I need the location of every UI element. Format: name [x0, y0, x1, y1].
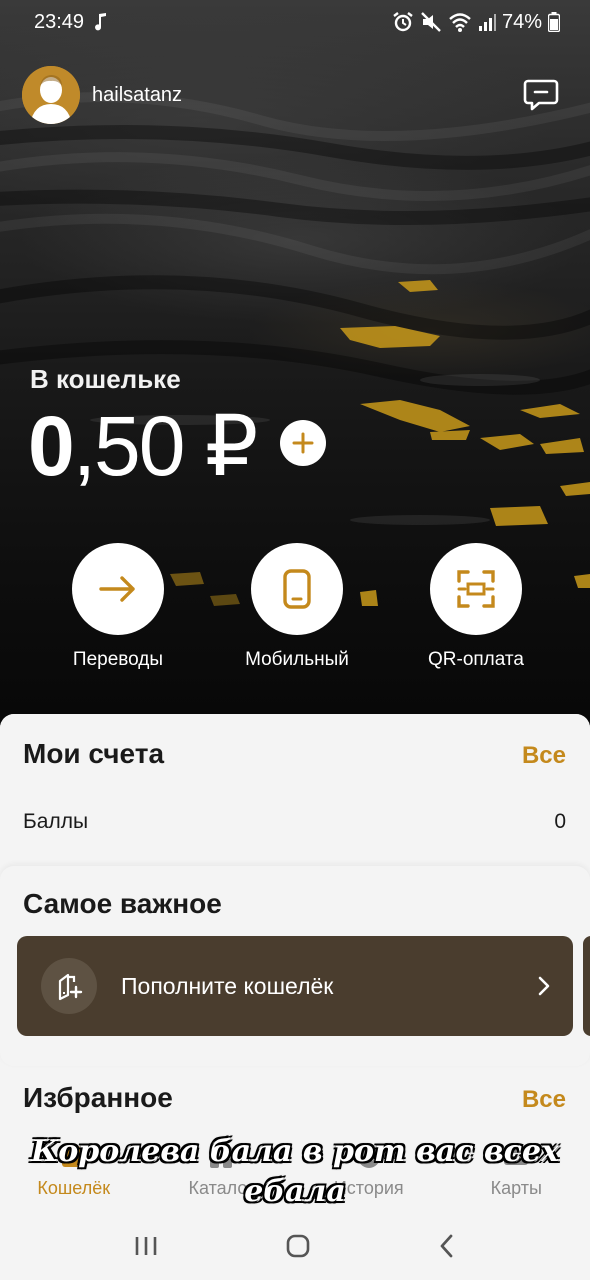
user-silhouette-icon	[22, 66, 80, 124]
system-navigation-bar	[0, 1212, 590, 1280]
quick-actions: Переводы Мобильный QR-оплата	[0, 543, 590, 671]
header: hailsatanz	[22, 66, 560, 124]
avatar[interactable]	[22, 66, 80, 124]
mobile-button[interactable]	[251, 543, 343, 635]
points-label: Баллы	[23, 810, 89, 833]
transfers-label: Переводы	[72, 649, 164, 670]
mobile-label: Мобильный	[245, 649, 349, 670]
battery-icon	[548, 12, 560, 32]
recent-apps-icon[interactable]	[133, 1234, 159, 1258]
wallet-topup-icon-wrap	[41, 958, 97, 1014]
balance-rest: ,50 ₽	[72, 399, 259, 493]
favorites-title: Избранное	[23, 1082, 173, 1113]
signal-icon	[478, 14, 496, 31]
battery-percent: 74%	[501, 10, 542, 33]
accounts-title: Мои счета	[23, 738, 165, 769]
plus-icon	[292, 432, 314, 454]
chevron-right-icon	[538, 976, 550, 996]
user-profile[interactable]: hailsatanz	[22, 66, 182, 124]
mute-icon	[421, 12, 441, 32]
top-up-wallet-card[interactable]: Пополните кошелёк	[17, 936, 573, 1036]
qr-scan-icon	[457, 570, 495, 608]
wallet-balance: 0,50 ₽	[28, 404, 258, 488]
wallet-label: В кошельке	[30, 364, 181, 394]
top-up-button[interactable]	[280, 420, 327, 466]
action-qr[interactable]: QR-оплата	[406, 543, 546, 671]
top-up-text: Пополните кошелёк	[121, 972, 334, 999]
account-row-points[interactable]: Баллы 0	[23, 810, 566, 834]
points-value: 0	[554, 810, 566, 833]
chat-icon	[523, 79, 559, 111]
qr-pay-button[interactable]	[430, 543, 522, 635]
status-bar: 23:49 74%	[0, 0, 590, 44]
back-icon[interactable]	[437, 1233, 457, 1259]
status-time: 23:49	[34, 10, 85, 33]
alarm-icon	[393, 12, 413, 32]
home-icon[interactable]	[285, 1233, 311, 1259]
action-transfers[interactable]: Переводы	[48, 543, 188, 671]
balance-row: 0,50 ₽	[28, 404, 327, 488]
favorites-all-link[interactable]: Все	[522, 1086, 566, 1114]
arrow-right-icon	[99, 576, 135, 602]
username: hailsatanz	[92, 83, 183, 106]
transfers-button[interactable]	[72, 543, 164, 635]
accounts-card: Мои счета Все Баллы 0	[0, 714, 590, 860]
phone-icon	[283, 569, 311, 609]
balance-whole: 0	[28, 399, 75, 493]
overlay-caption: Королева бала в рот вас всех ебала	[31, 1134, 559, 1209]
next-card-peek[interactable]	[583, 936, 590, 1036]
important-card: Самое важное Пополните кошелёк	[0, 866, 590, 1066]
accounts-all-link[interactable]: Все	[522, 742, 566, 770]
wifi-icon	[449, 13, 471, 32]
action-mobile[interactable]: Мобильный	[227, 543, 367, 671]
important-title: Самое важное	[23, 888, 222, 919]
wallet-topup-icon	[58, 973, 83, 1001]
chat-button[interactable]	[522, 76, 560, 114]
music-note-icon	[95, 13, 107, 31]
qr-pay-label: QR-оплата	[428, 649, 524, 670]
